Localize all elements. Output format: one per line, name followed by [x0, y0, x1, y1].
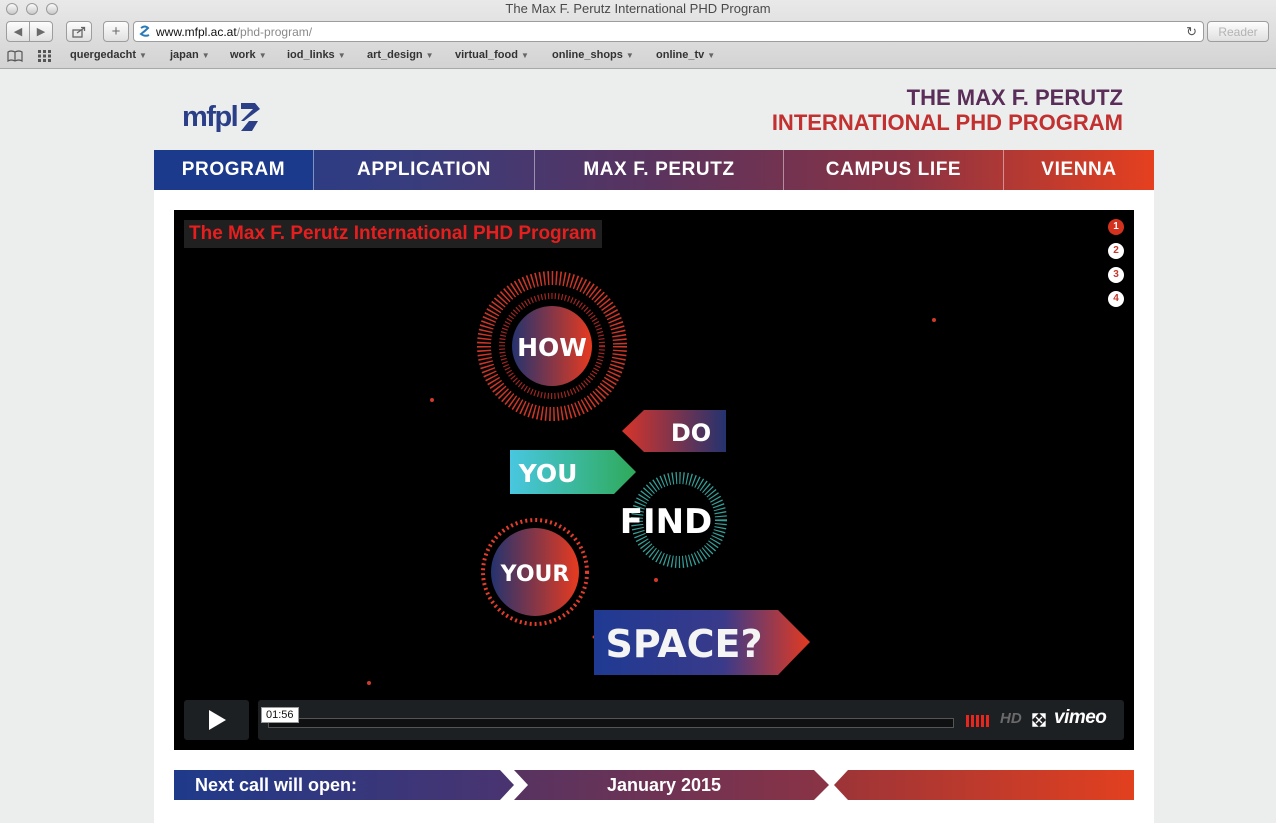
forward-arrow-icon: ▶ — [36, 26, 46, 38]
vimeo-logo[interactable]: vimeo — [1054, 707, 1107, 729]
nav-application[interactable]: APPLICATION — [314, 150, 535, 190]
caret-down-icon: ▼ — [337, 51, 346, 60]
video-word-how: HOW — [517, 333, 587, 362]
caret-down-icon: ▼ — [520, 51, 529, 60]
back-button[interactable]: ◀ — [6, 21, 30, 42]
slide-dot-2[interactable]: 2 — [1108, 243, 1124, 259]
bookmark-folder[interactable]: quergedacht ▼ — [70, 49, 147, 61]
nav-max-f-perutz[interactable]: MAX F. PERUTZ — [535, 150, 784, 190]
slide-dot-3[interactable]: 3 — [1108, 267, 1124, 283]
play-icon — [208, 710, 226, 730]
logo-text: mfpl — [182, 100, 239, 133]
browser-toolbar: ◀ ▶ + www.mfpl.ac.at/phd-program/ ↻ Read… — [0, 21, 1276, 43]
video-frame: HOW DO YOU FIND YOUR SPACE? — [367, 271, 936, 685]
slide-dot-1[interactable]: 1 — [1108, 219, 1124, 235]
next-call-date: January 2015 — [606, 775, 722, 795]
play-button[interactable] — [184, 700, 249, 740]
slide-indicator: 1 2 3 4 — [1108, 219, 1126, 315]
site-title: THE MAX F. PERUTZ INTERNATIONAL PHD PROG… — [772, 85, 1123, 135]
video-word-space: SPACE? — [605, 622, 762, 666]
time-tooltip: 01:56 — [261, 707, 299, 723]
site-header: mfpl THE MAX F. PERUTZ INTERNATIONAL PHD… — [154, 69, 1154, 150]
site-title-line2: INTERNATIONAL PHD PROGRAM — [771, 110, 1123, 135]
next-call-label: Next call will open: — [195, 775, 358, 795]
share-button[interactable] — [66, 21, 92, 42]
plus-icon: + — [111, 23, 121, 40]
url-path: /phd-program/ — [236, 25, 313, 39]
caret-down-icon: ▼ — [425, 51, 434, 60]
title-bar: The Max F. Perutz International PHD Prog… — [0, 0, 1276, 18]
volume-bar — [981, 715, 984, 727]
site-logo[interactable]: mfpl — [182, 98, 262, 136]
video-title[interactable]: The Max F. Perutz International PHD Prog… — [184, 220, 602, 248]
top-sites-grid-icon[interactable] — [38, 50, 52, 62]
bookmark-folder[interactable]: art_design ▼ — [367, 49, 434, 61]
fullscreen-icon[interactable] — [1032, 713, 1046, 727]
url-text: www.mfpl.ac.at/phd-program/ — [156, 25, 312, 39]
slide-dot-4[interactable]: 4 — [1108, 291, 1124, 307]
window-title: The Max F. Perutz International PHD Prog… — [505, 1, 771, 16]
nav-campus-life[interactable]: CAMPUS LIFE — [784, 150, 1004, 190]
hd-button[interactable]: HD — [1000, 710, 1022, 727]
new-tab-button[interactable]: + — [103, 21, 129, 42]
back-arrow-icon: ◀ — [13, 26, 23, 38]
site-title-line1: THE MAX F. PERUTZ — [906, 85, 1123, 110]
video-player[interactable]: HOW DO YOU FIND YOUR SPACE? The Max F. P… — [174, 210, 1134, 750]
reader-button[interactable]: Reader — [1207, 21, 1269, 42]
main-content: HOW DO YOU FIND YOUR SPACE? The Max F. P… — [154, 190, 1154, 823]
bookmark-folder[interactable]: online_tv ▼ — [656, 49, 715, 61]
video-controls: 01:56 HD vimeo — [184, 700, 1124, 740]
volume-bar — [971, 715, 974, 727]
bookmark-folder[interactable]: iod_links ▼ — [287, 49, 346, 61]
caret-down-icon: ▼ — [139, 51, 147, 60]
video-word-your: YOUR — [500, 562, 570, 587]
page: mfpl THE MAX F. PERUTZ INTERNATIONAL PHD… — [154, 69, 1154, 823]
main-navigation: PROGRAM APPLICATION MAX F. PERUTZ CAMPUS… — [154, 150, 1154, 190]
caret-down-icon: ▼ — [201, 51, 210, 60]
nav-program[interactable]: PROGRAM — [154, 150, 314, 190]
video-word-you: YOU — [518, 459, 578, 488]
share-icon — [72, 26, 86, 38]
url-domain: www.mfpl.ac.at — [156, 25, 237, 39]
browser-chrome: The Max F. Perutz International PHD Prog… — [0, 0, 1276, 69]
logo-mark-icon — [241, 103, 261, 131]
reading-list-icon[interactable] — [7, 50, 23, 62]
video-word-find: FIND — [620, 502, 713, 542]
progress-track[interactable]: 01:56 — [261, 707, 954, 728]
forward-button[interactable]: ▶ — [29, 21, 53, 42]
bookmark-folder[interactable]: japan ▼ — [170, 49, 210, 61]
volume-control[interactable] — [966, 715, 989, 727]
volume-bar — [986, 715, 989, 727]
reload-icon[interactable]: ↻ — [1186, 24, 1197, 40]
volume-bar — [976, 715, 979, 727]
site-favicon-icon — [139, 25, 150, 37]
control-bar: 01:56 HD vimeo — [258, 700, 1124, 740]
caret-down-icon: ▼ — [707, 51, 716, 60]
nav-vienna[interactable]: VIENNA — [1004, 150, 1154, 190]
caret-down-icon: ▼ — [258, 51, 267, 60]
next-call-banner: Next call will open: January 2015 — [174, 770, 1134, 800]
bookmark-folder[interactable]: online_shops ▼ — [552, 49, 634, 61]
caret-down-icon: ▼ — [625, 51, 634, 60]
bookmarks-bar: quergedacht ▼ japan ▼ work ▼ iod_links ▼ art… — [0, 48, 1276, 65]
bookmark-folder[interactable]: virtual_food ▼ — [455, 49, 529, 61]
volume-bar — [966, 715, 969, 727]
address-bar[interactable]: www.mfpl.ac.at/phd-program/ ↻ — [133, 21, 1204, 42]
bookmark-folder[interactable]: work ▼ — [230, 49, 267, 61]
video-word-do: DO — [671, 419, 711, 447]
